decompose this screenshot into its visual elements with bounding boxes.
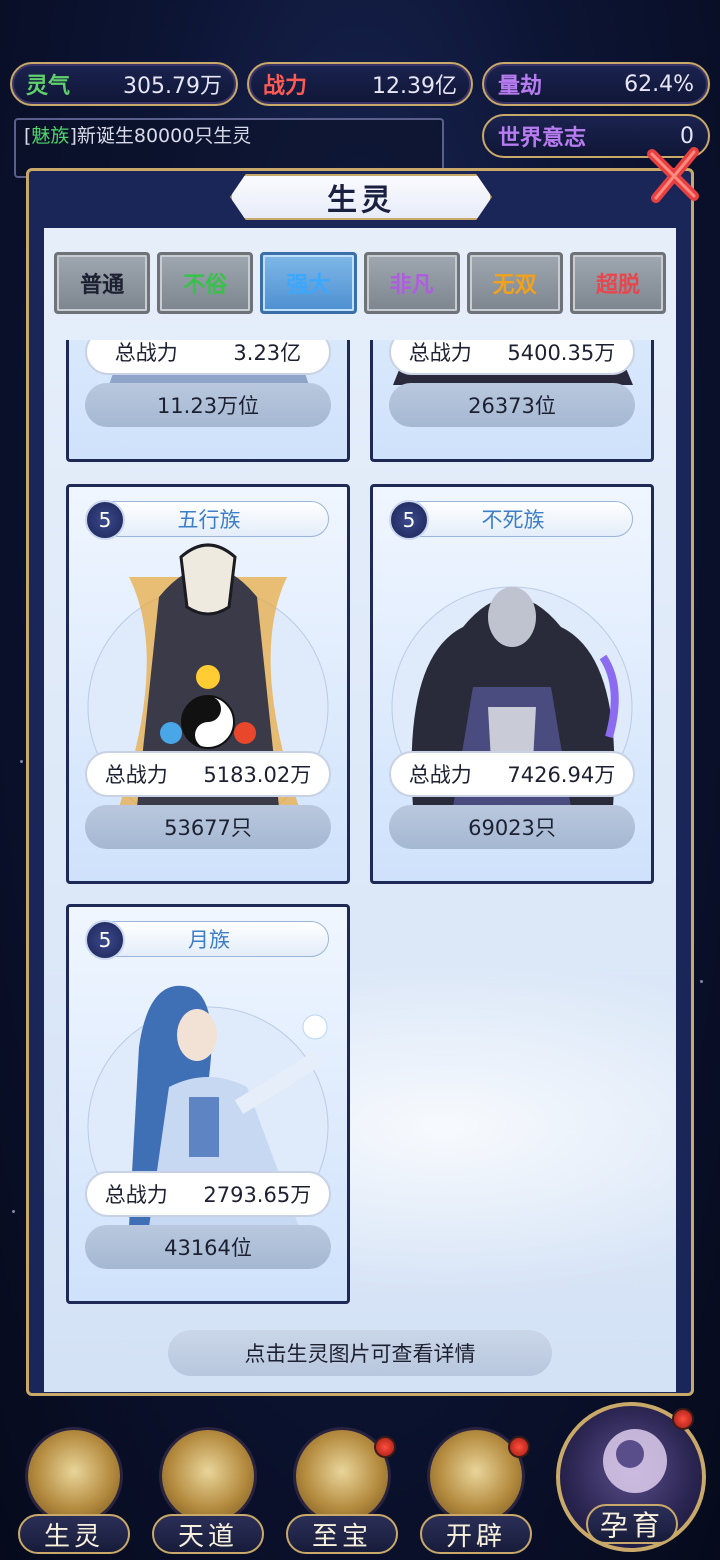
- power-value: 3.23亿: [233, 341, 302, 365]
- power-label: 总战力: [408, 341, 472, 365]
- phoenix-emblem-icon: [28, 1430, 120, 1522]
- creature-count: 26373位: [389, 383, 635, 427]
- creature-count: 43164位: [85, 1225, 331, 1269]
- total-power: 总战力 5400.35万: [389, 340, 635, 375]
- power-label: 总战力: [104, 1183, 168, 1207]
- resource-value: 12.39亿: [372, 74, 457, 99]
- log-tag: 魅族: [31, 125, 70, 147]
- creature-card-wuxing[interactable]: 5 五行族 总战力 5183.02万 53677只: [66, 484, 350, 884]
- tab-chaotuo[interactable]: 超脱: [569, 252, 667, 314]
- total-power: 总战力 7426.94万: [389, 751, 635, 797]
- world-will-value: 0: [680, 123, 694, 149]
- nav-tiandao[interactable]: 天道: [148, 1430, 268, 1555]
- creature-card-yue[interactable]: 5 月族 总战力 2793.65万 43164位: [66, 904, 350, 1304]
- nav-yunyu[interactable]: 孕育: [556, 1402, 706, 1552]
- nav-label: 开辟: [420, 1514, 532, 1554]
- tab-putong[interactable]: 普通: [54, 252, 151, 314]
- world-will-label: 世界意志: [498, 126, 587, 151]
- creature-count: 69023只: [389, 805, 635, 849]
- resource-label: 灵气: [26, 74, 71, 99]
- tab-label: 普通: [80, 273, 125, 298]
- resource-zhanli: 战力 12.39亿: [247, 62, 473, 106]
- tab-label: 超脱: [595, 273, 640, 298]
- tab-wushuang[interactable]: 无双: [466, 252, 563, 314]
- nav-label: 至宝: [286, 1514, 398, 1554]
- creature-count: 53677只: [85, 805, 331, 849]
- nav-shengling[interactable]: 生灵: [14, 1430, 134, 1555]
- swirl-emblem-icon: [162, 1430, 254, 1522]
- resource-value: 305.79万: [123, 74, 222, 99]
- resource-lingqi: 灵气 305.79万: [10, 62, 238, 106]
- tab-label: 无双: [492, 273, 537, 298]
- resource-value: 62.4%: [624, 71, 694, 97]
- tab-label: 非凡: [389, 273, 434, 298]
- creature-card[interactable]: 总战力 5400.35万 26373位: [370, 340, 654, 462]
- notification-dot-icon: [672, 1408, 694, 1430]
- creature-name: 五行族: [89, 501, 329, 537]
- resource-label: 量劫: [498, 74, 543, 99]
- nav-kaipi[interactable]: 开辟: [416, 1430, 536, 1555]
- power-label: 总战力: [114, 341, 178, 365]
- power-label: 总战力: [104, 763, 168, 787]
- log-line: [魅族]新诞生80000只生灵: [24, 125, 252, 147]
- tab-qiangda[interactable]: 强大: [260, 252, 357, 314]
- creature-card-busi[interactable]: 5 不死族 总战力 7426.94万 69023只: [370, 484, 654, 884]
- level-badge: 5: [85, 500, 125, 540]
- creature-name: 月族: [89, 921, 329, 957]
- panel-title: 生灵: [230, 174, 492, 220]
- power-value: 7426.94万: [507, 763, 616, 787]
- notification-dot-icon: [508, 1436, 530, 1458]
- resource-liangjie: 量劫 62.4%: [482, 62, 710, 106]
- total-power: 总战力 2793.65万: [85, 1171, 331, 1217]
- log-text: 新诞生80000只生灵: [76, 125, 252, 147]
- power-value: 5183.02万: [203, 763, 312, 787]
- level-badge: 5: [85, 920, 125, 960]
- power-label: 总战力: [408, 763, 472, 787]
- resource-label: 战力: [263, 74, 308, 99]
- detail-hint: 点击生灵图片可查看详情: [168, 1330, 552, 1376]
- creature-grid: 总战力 3.23亿 11.23万位 总战力 5400.35万 26373位 5 …: [44, 340, 676, 1330]
- nav-label: 天道: [152, 1514, 264, 1554]
- creature-name: 不死族: [393, 501, 633, 537]
- power-value: 2793.65万: [203, 1183, 312, 1207]
- creature-card[interactable]: 总战力 3.23亿 11.23万位: [66, 340, 350, 462]
- tab-label: 不俗: [183, 273, 228, 298]
- creature-count: 11.23万位: [85, 383, 331, 427]
- rarity-tabs: 普通 不俗 强大 非凡 无双 超脱: [54, 252, 667, 314]
- nav-label: 生灵: [18, 1514, 130, 1554]
- tab-busu[interactable]: 不俗: [157, 252, 254, 314]
- nav-label: 孕育: [586, 1504, 678, 1544]
- notification-dot-icon: [374, 1436, 396, 1458]
- tab-label: 强大: [286, 273, 331, 298]
- close-icon[interactable]: [646, 146, 702, 206]
- nav-zhibao[interactable]: 至宝: [282, 1430, 402, 1555]
- power-value: 5400.35万: [507, 341, 616, 365]
- total-power: 总战力 3.23亿: [85, 340, 331, 375]
- tab-feifan[interactable]: 非凡: [363, 252, 460, 314]
- level-badge: 5: [389, 500, 429, 540]
- total-power: 总战力 5183.02万: [85, 751, 331, 797]
